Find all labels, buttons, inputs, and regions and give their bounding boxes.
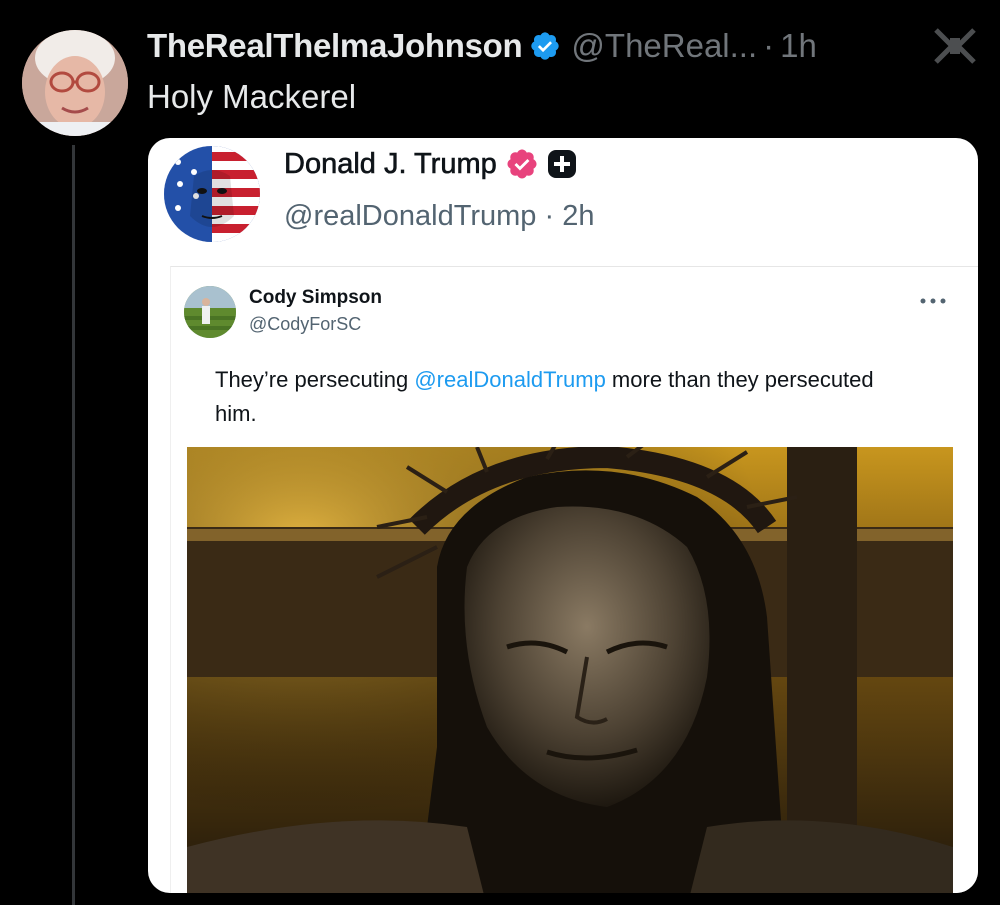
crucifixion-art-image xyxy=(187,447,953,893)
inner-display-name[interactable]: Cody Simpson xyxy=(249,286,382,310)
avatar[interactable] xyxy=(22,30,128,136)
quoted-screenshot-card[interactable]: Donald J. Trump @realDonaldTrump · 2h Co… xyxy=(148,138,978,893)
verified-check-icon[interactable] xyxy=(529,30,561,62)
quoted-display-name[interactable]: Donald J. Trump xyxy=(284,146,497,182)
separator-dot: · xyxy=(763,27,775,64)
post: TheRealThelmaJohnson @TheReal... · 1h Ho… xyxy=(0,0,1000,905)
thread-line xyxy=(72,145,75,905)
plus-box-icon xyxy=(547,150,576,178)
inner-tweet-text: They’re persecuting @realDonaldTrump mor… xyxy=(215,363,915,431)
inner-tweet[interactable]: Cody Simpson @CodyForSC They’re persecut… xyxy=(170,266,978,893)
flag-face-avatar-image xyxy=(164,146,260,242)
inner-text-before: They’re persecuting xyxy=(215,367,415,392)
inner-more-icon[interactable] xyxy=(919,295,947,307)
timestamp[interactable]: 1h xyxy=(780,26,817,66)
more-icon[interactable] xyxy=(932,28,978,64)
quoted-header: Donald J. Trump xyxy=(284,146,577,182)
quoted-handle-row: @realDonaldTrump · 2h xyxy=(284,198,594,234)
quoted-handle[interactable]: @realDonaldTrump xyxy=(284,200,536,232)
quoted-separator-dot: · xyxy=(544,200,563,232)
mention-link[interactable]: @realDonaldTrump xyxy=(414,367,605,392)
post-header: TheRealThelmaJohnson @TheReal... · 1h xyxy=(147,26,817,66)
inner-avatar xyxy=(184,286,236,338)
avatar-image xyxy=(22,30,128,136)
display-name[interactable]: TheRealThelmaJohnson xyxy=(147,26,523,66)
inner-handle[interactable]: @CodyForSC xyxy=(249,312,361,336)
inner-tweet-image[interactable] xyxy=(187,447,953,893)
handle[interactable]: @TheReal... xyxy=(571,26,757,66)
quoted-timestamp[interactable]: 2h xyxy=(562,200,594,232)
quoted-avatar xyxy=(164,146,260,242)
field-avatar-image xyxy=(184,286,236,338)
pink-verified-badge-icon xyxy=(507,149,537,179)
post-text: Holy Mackerel xyxy=(147,78,357,115)
